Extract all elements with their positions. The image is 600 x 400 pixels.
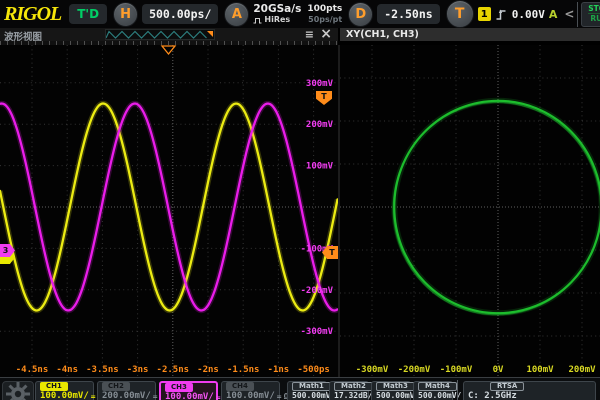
x-axis-tick: 200mV — [568, 365, 596, 375]
delay-value[interactable]: -2.50ns — [377, 4, 439, 24]
view-tab-strip: 波形视图 ≡ × XY(CH1, CH3) — [0, 28, 600, 41]
waveform-plot: -4.5ns -4ns -3.5ns -3ns -2.5ns -2ns -1.5ns -1ns… — [0, 45, 338, 377]
rtsa-box[interactable]: RTSA C: 2.5GHz — [463, 381, 596, 400]
close-icon[interactable]: × — [320, 26, 332, 42]
math1-box[interactable]: Math1 500.00mV/ — [287, 381, 327, 400]
y-axis-tick: 200mV — [306, 120, 334, 130]
waveform-overview-strip[interactable] — [105, 29, 215, 40]
stop-label: STOP — [588, 5, 600, 14]
math3-tab: Math3 — [376, 382, 415, 391]
trigger-level-value[interactable]: 0.00V — [512, 8, 545, 21]
ch4-scale-value: 100.00mV/ — [226, 391, 275, 400]
sample-rate-label: 20GSa/s — [253, 3, 301, 15]
x-axis-tick: -3ns — [127, 365, 149, 375]
ch3-tab: CH3 — [165, 383, 193, 392]
y-axis-tick: -300mV — [300, 327, 333, 337]
stop-run-button[interactable]: STOP RUN — [581, 2, 600, 27]
waveform-view-tabbar[interactable]: 波形视图 ≡ × — [0, 28, 340, 41]
rigol-logo: RIGOL — [4, 1, 61, 27]
ch4-tab: CH4 — [226, 382, 254, 391]
ch1-tab: CH1 — [40, 382, 68, 391]
rtsa-tab: RTSA — [490, 382, 524, 391]
math1-tab: Math1 — [292, 382, 331, 391]
rising-edge-icon — [495, 8, 508, 21]
x-axis-tick: -2.5ns — [157, 365, 190, 375]
ch1-coupling-icon: = — [91, 392, 96, 400]
ch2-tab: CH2 — [102, 382, 130, 391]
x-axis-tick: 100mV — [526, 365, 554, 375]
channel-box-ch2[interactable]: CH2 200.00mV/ = Ω — [97, 381, 156, 400]
ch3-coupling-icon: = — [216, 393, 221, 400]
run-label: RUN — [590, 14, 600, 23]
square-wave-icon — [253, 17, 262, 24]
menu-icon[interactable]: ≡ — [305, 28, 314, 41]
xy-view-panel[interactable]: -300mV -200mV -100mV 0V 100mV 200mV — [340, 45, 600, 377]
top-toolbar: RIGOL T'D H 500.00ps/ A 20GSa/s HiRes 10… — [0, 0, 600, 29]
math4-box[interactable]: Math4 500.00mV/ — [413, 381, 453, 400]
trigger-delay-triangle — [162, 46, 175, 54]
math2-value: 17.32dB/ — [334, 391, 373, 400]
ch4-coupling-icon: = — [277, 392, 282, 400]
x-axis-tick: -300mV — [356, 365, 389, 375]
toolbar-button-cluster: STOP RUN Default RTSA 测量 — [577, 2, 600, 27]
x-axis-tick: -3.5ns — [86, 365, 119, 375]
ch2-scale-value: 200.00mV/ — [102, 391, 151, 400]
xy-plot: -300mV -200mV -100mV 0V 100mV 200mV — [340, 45, 600, 377]
x-axis-tick: -500ps — [297, 365, 330, 375]
x-axis-tick: -100mV — [440, 365, 473, 375]
math4-value: 500.00mV/ — [418, 391, 461, 400]
x-axis-tick: -1ns — [268, 365, 290, 375]
x-axis-tick: -4.5ns — [16, 365, 49, 375]
trigger-status-badge: T'D — [69, 4, 107, 24]
sample-interval-label: 50ps/pt — [307, 15, 342, 25]
waveform-view-panel[interactable]: -4.5ns -4ns -3.5ns -3ns -2.5ns -2ns -1.5ns -1ns… — [0, 45, 340, 377]
bottom-status-bar: CH1 100.00mV/ = Ω CH2 200.00mV/ = Ω CH3 … — [0, 377, 600, 400]
x-axis-tick: -1.5ns — [227, 365, 260, 375]
y-axis-tick: 100mV — [306, 162, 334, 172]
x-axis-tick: -4ns — [56, 365, 78, 375]
rtsa-value: C: 2.5GHz — [468, 391, 592, 400]
trigger-coupling-badge: A — [549, 8, 558, 21]
collapse-chevron[interactable]: < — [564, 7, 574, 21]
xy-view-tab: XY(CH1, CH3) — [346, 29, 419, 40]
acquisition-info[interactable]: 20GSa/s HiRes 100pts 50ps/pt — [253, 3, 342, 25]
trigger-settings[interactable]: 1 0.00V A — [478, 7, 558, 21]
math4-tab: Math4 — [418, 382, 457, 391]
channel-box-ch1[interactable]: CH1 100.00mV/ = Ω — [35, 381, 94, 400]
acq-mode-label: HiRes — [264, 15, 290, 25]
waveform-overview-trace — [106, 30, 214, 39]
math2-tab: Math2 — [334, 382, 373, 391]
math2-box[interactable]: Math2 17.32dB/ — [329, 381, 369, 400]
y-axis-tick: 300mV — [306, 79, 334, 89]
xy-view-tabbar[interactable]: XY(CH1, CH3) — [340, 28, 600, 41]
math3-box[interactable]: Math3 500.00mV/ — [371, 381, 411, 400]
y-axis-tick: -200mV — [300, 286, 333, 296]
horizontal-knob-button[interactable]: H — [113, 2, 138, 27]
overview-zigzag — [106, 32, 207, 39]
delay-knob-button[interactable]: D — [348, 2, 373, 27]
ch3-scale-value: 100.00mV/ — [165, 392, 214, 400]
trigger-source-badge[interactable]: 1 — [478, 7, 491, 21]
channel-box-ch3[interactable]: CH3 100.00mV/ = Ω — [159, 381, 218, 400]
x-axis-tick: -2ns — [197, 365, 219, 375]
statusbar-divider — [457, 380, 458, 400]
acq-mode-row: HiRes — [253, 15, 301, 25]
acquire-knob-button[interactable]: A — [224, 2, 249, 27]
oscilloscope-screen: RIGOL T'D H 500.00ps/ A 20GSa/s HiRes 10… — [0, 0, 600, 400]
gear-icon — [6, 382, 30, 400]
channel-box-ch4[interactable]: CH4 100.00mV/ = Ω — [221, 381, 280, 400]
settings-button[interactable] — [2, 381, 34, 400]
ch2-coupling-icon: = — [153, 392, 158, 400]
ch1-scale-value: 100.00mV/ — [40, 391, 89, 400]
trigger-knob-button[interactable]: T — [446, 0, 474, 28]
timebase-value[interactable]: 500.00ps/ — [142, 4, 218, 24]
memory-depth-label: 100pts — [307, 3, 342, 15]
x-axis-tick: 0V — [493, 365, 504, 375]
display-area: -4.5ns -4ns -3.5ns -3ns -2.5ns -2ns -1.5ns -1ns… — [0, 45, 600, 377]
x-axis-tick: -200mV — [398, 365, 431, 375]
